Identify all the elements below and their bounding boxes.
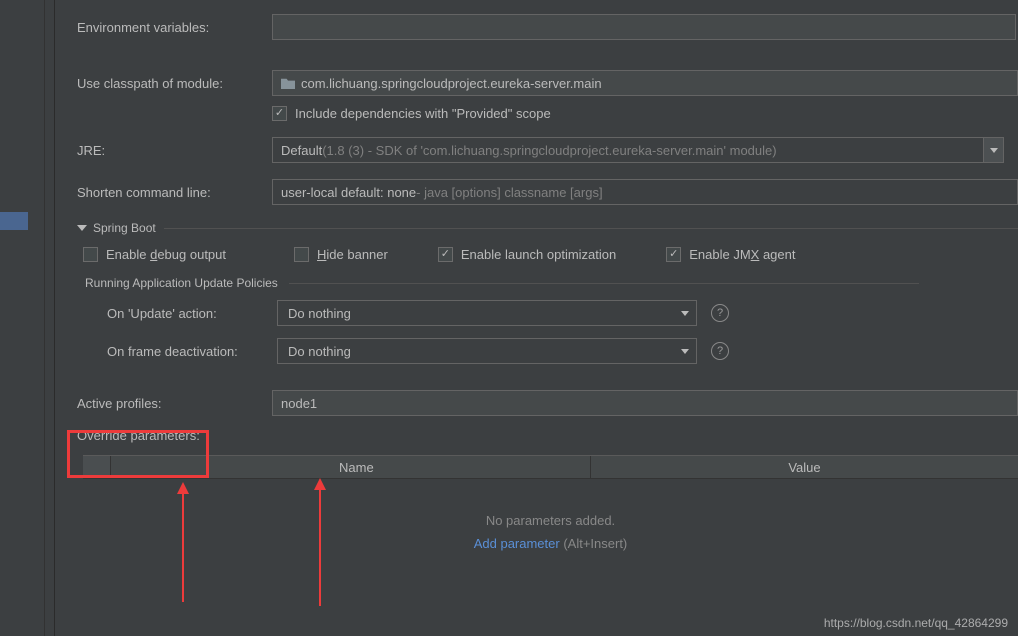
override-table: Name Value No parameters added. Add para… [83, 455, 1018, 559]
gutter-marker [0, 212, 28, 230]
include-provided-checkbox[interactable] [272, 106, 287, 121]
config-panel: Environment variables: Use classpath of … [55, 0, 1018, 636]
on-update-select[interactable]: Do nothing [277, 300, 697, 326]
shorten-prefix: user-local default: none [281, 185, 416, 200]
table-header: Name Value [83, 455, 1018, 479]
chevron-down-icon [681, 349, 689, 354]
on-frame-select[interactable]: Do nothing [277, 338, 697, 364]
jre-dropdown-caret[interactable] [984, 137, 1004, 163]
inner-gutter [45, 0, 55, 636]
enable-debug-label: Enable debug output [106, 247, 226, 262]
jre-prefix: Default [281, 143, 322, 158]
table-corner [83, 456, 111, 478]
divider [164, 228, 1018, 229]
shorten-label: Shorten command line: [77, 185, 272, 200]
on-frame-label: On frame deactivation: [107, 344, 277, 359]
left-gutter [0, 0, 45, 636]
jre-label: JRE: [77, 143, 272, 158]
override-label: Override parameters: [77, 428, 272, 443]
jre-select[interactable]: Default (1.8 (3) - SDK of 'com.lichuang.… [272, 137, 984, 163]
classpath-value: com.lichuang.springcloudproject.eureka-s… [301, 76, 602, 91]
enable-jmx-label: Enable JMX agent [689, 247, 795, 262]
update-policies-section: Running Application Update Policies [55, 270, 1018, 294]
classpath-select[interactable]: com.lichuang.springcloudproject.eureka-s… [272, 70, 1018, 96]
on-update-label: On 'Update' action: [107, 306, 277, 321]
enable-launch-checkbox[interactable] [438, 247, 453, 262]
divider [289, 283, 919, 284]
on-frame-value: Do nothing [288, 344, 351, 359]
env-vars-input[interactable] [272, 14, 1016, 40]
enable-launch-label: Enable launch optimization [461, 247, 616, 262]
enable-jmx-checkbox[interactable] [666, 247, 681, 262]
watermark: https://blog.csdn.net/qq_42864299 [824, 616, 1008, 630]
classpath-label: Use classpath of module: [77, 76, 272, 91]
shorten-suffix: - java [options] classname [args] [416, 185, 602, 200]
active-profiles-input[interactable]: node1 [272, 390, 1018, 416]
chevron-down-icon [681, 311, 689, 316]
hide-banner-label: Hide banner [317, 247, 388, 262]
add-parameter-hint: (Alt+Insert) [560, 536, 628, 551]
update-policies-title: Running Application Update Policies [85, 276, 278, 290]
hide-banner-checkbox[interactable] [294, 247, 309, 262]
col-name-header[interactable]: Name [111, 456, 591, 478]
help-icon[interactable]: ? [711, 342, 729, 360]
spring-boot-title: Spring Boot [93, 221, 156, 235]
help-icon[interactable]: ? [711, 304, 729, 322]
add-parameter-row: Add parameter (Alt+Insert) [83, 536, 1018, 559]
chevron-down-icon [990, 148, 998, 153]
active-profiles-label: Active profiles: [77, 396, 272, 411]
add-parameter-link[interactable]: Add parameter [474, 536, 560, 551]
shorten-select[interactable]: user-local default: none - java [options… [272, 179, 1018, 205]
include-provided-label: Include dependencies with "Provided" sco… [295, 106, 551, 121]
empty-table-message: No parameters added. [83, 479, 1018, 536]
jre-detail: (1.8 (3) - SDK of 'com.lichuang.springcl… [322, 143, 776, 158]
on-update-value: Do nothing [288, 306, 351, 321]
enable-debug-checkbox[interactable] [83, 247, 98, 262]
spring-boot-section[interactable]: Spring Boot [55, 211, 1018, 239]
folder-icon [281, 77, 295, 89]
chevron-down-icon [77, 225, 87, 231]
env-vars-label: Environment variables: [77, 20, 272, 35]
col-value-header[interactable]: Value [591, 456, 1018, 478]
